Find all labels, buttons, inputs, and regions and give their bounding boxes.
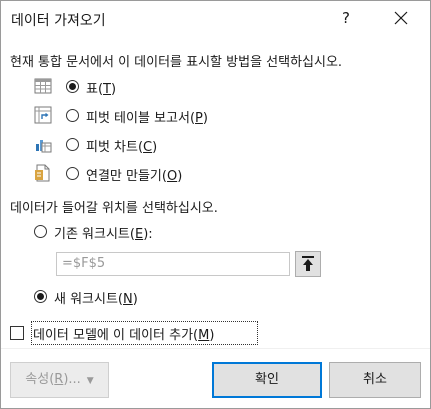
option-pivottable-suffix: ) (202, 111, 208, 126)
option-connection-only-label[interactable]: 연결만 만들기(O) (86, 165, 182, 184)
properties-button-text: 속성( (25, 372, 55, 387)
title-bar: 데이터 가져오기 ? (1, 1, 430, 37)
radio-pivottable[interactable] (66, 109, 79, 122)
option-pivottable-mnemonic: P (195, 111, 203, 126)
existing-worksheet-mnemonic: E (134, 227, 144, 242)
dialog-title: 데이터 가져오기 (11, 13, 106, 29)
new-worksheet-text: 새 워크시트( (54, 292, 124, 307)
existing-worksheet-label[interactable]: 기존 워크시트(E): (54, 223, 153, 242)
close-icon (394, 11, 408, 25)
table-icon (34, 78, 52, 94)
option-pivottable-label[interactable]: 피벗 테이블 보고서(P) (86, 107, 208, 126)
option-table-suffix: ) (111, 82, 117, 97)
cancel-button[interactable]: 취소 (329, 362, 421, 398)
option-connection-only-mnemonic: O (166, 169, 178, 184)
add-to-data-model-checkbox[interactable] (10, 326, 24, 340)
radio-new-worksheet[interactable] (34, 290, 47, 303)
new-worksheet-mnemonic: N (123, 292, 133, 307)
add-to-data-model-text: 데이터 모델에 이 데이터 추가( (33, 328, 199, 343)
pivotchart-icon (36, 140, 52, 153)
radio-existing-worksheet[interactable] (34, 225, 47, 238)
dropdown-arrow-icon: ▼ (86, 376, 94, 386)
close-button[interactable] (383, 3, 419, 33)
option-connection-only-suffix: ) (177, 169, 183, 184)
option-table-text: 표( (86, 82, 104, 97)
option-pivotchart-label[interactable]: 피벗 차트(C) (86, 136, 157, 155)
pivottable-icon (34, 106, 52, 124)
help-button[interactable]: ? (331, 3, 361, 33)
new-worksheet-label[interactable]: 새 워크시트(N) (54, 288, 138, 307)
radio-table[interactable] (66, 80, 79, 93)
option-pivottable-text: 피벗 테이블 보고서( (86, 111, 196, 126)
ok-button[interactable]: 확인 (212, 362, 322, 398)
option-table-mnemonic: T (103, 82, 111, 97)
option-connection-only-text: 연결만 만들기( (86, 169, 167, 184)
new-worksheet-suffix: ) (132, 292, 138, 307)
option-table-label[interactable]: 표(T) (86, 78, 116, 97)
radio-connection-only[interactable] (66, 167, 79, 180)
add-to-data-model-label[interactable]: 데이터 모델에 이 데이터 추가(M) (33, 324, 214, 343)
collapse-arrow-icon (302, 256, 314, 271)
option-pivotchart-suffix: ) (152, 140, 158, 155)
properties-button-mnemonic: R (54, 372, 64, 387)
properties-button-suffix: )... (63, 372, 81, 387)
connection-only-icon (35, 164, 50, 182)
collapse-dialog-button[interactable] (295, 251, 321, 277)
import-data-dialog: 데이터 가져오기 ? 현재 통합 문서에서 이 데이터를 표시할 방법을 선택하… (0, 0, 431, 409)
add-to-data-model-suffix: ) (209, 328, 215, 343)
properties-button[interactable]: 속성(R)... ▼ (10, 362, 109, 398)
existing-worksheet-suffix: ): (143, 227, 153, 242)
separator (1, 348, 430, 349)
option-pivotchart-text: 피벗 차트( (86, 140, 144, 155)
range-input[interactable]: =$F$5 (56, 252, 290, 276)
location-prompt: 데이터가 들어갈 위치를 선택하십시오. (10, 201, 218, 216)
option-pivotchart-mnemonic: C (143, 140, 153, 155)
add-to-data-model-mnemonic: M (198, 328, 210, 343)
existing-worksheet-text: 기존 워크시트( (54, 227, 135, 242)
help-icon: ? (342, 9, 350, 27)
view-prompt: 현재 통합 문서에서 이 데이터를 표시할 방법을 선택하십시오. (10, 55, 343, 70)
radio-pivotchart[interactable] (66, 138, 79, 151)
